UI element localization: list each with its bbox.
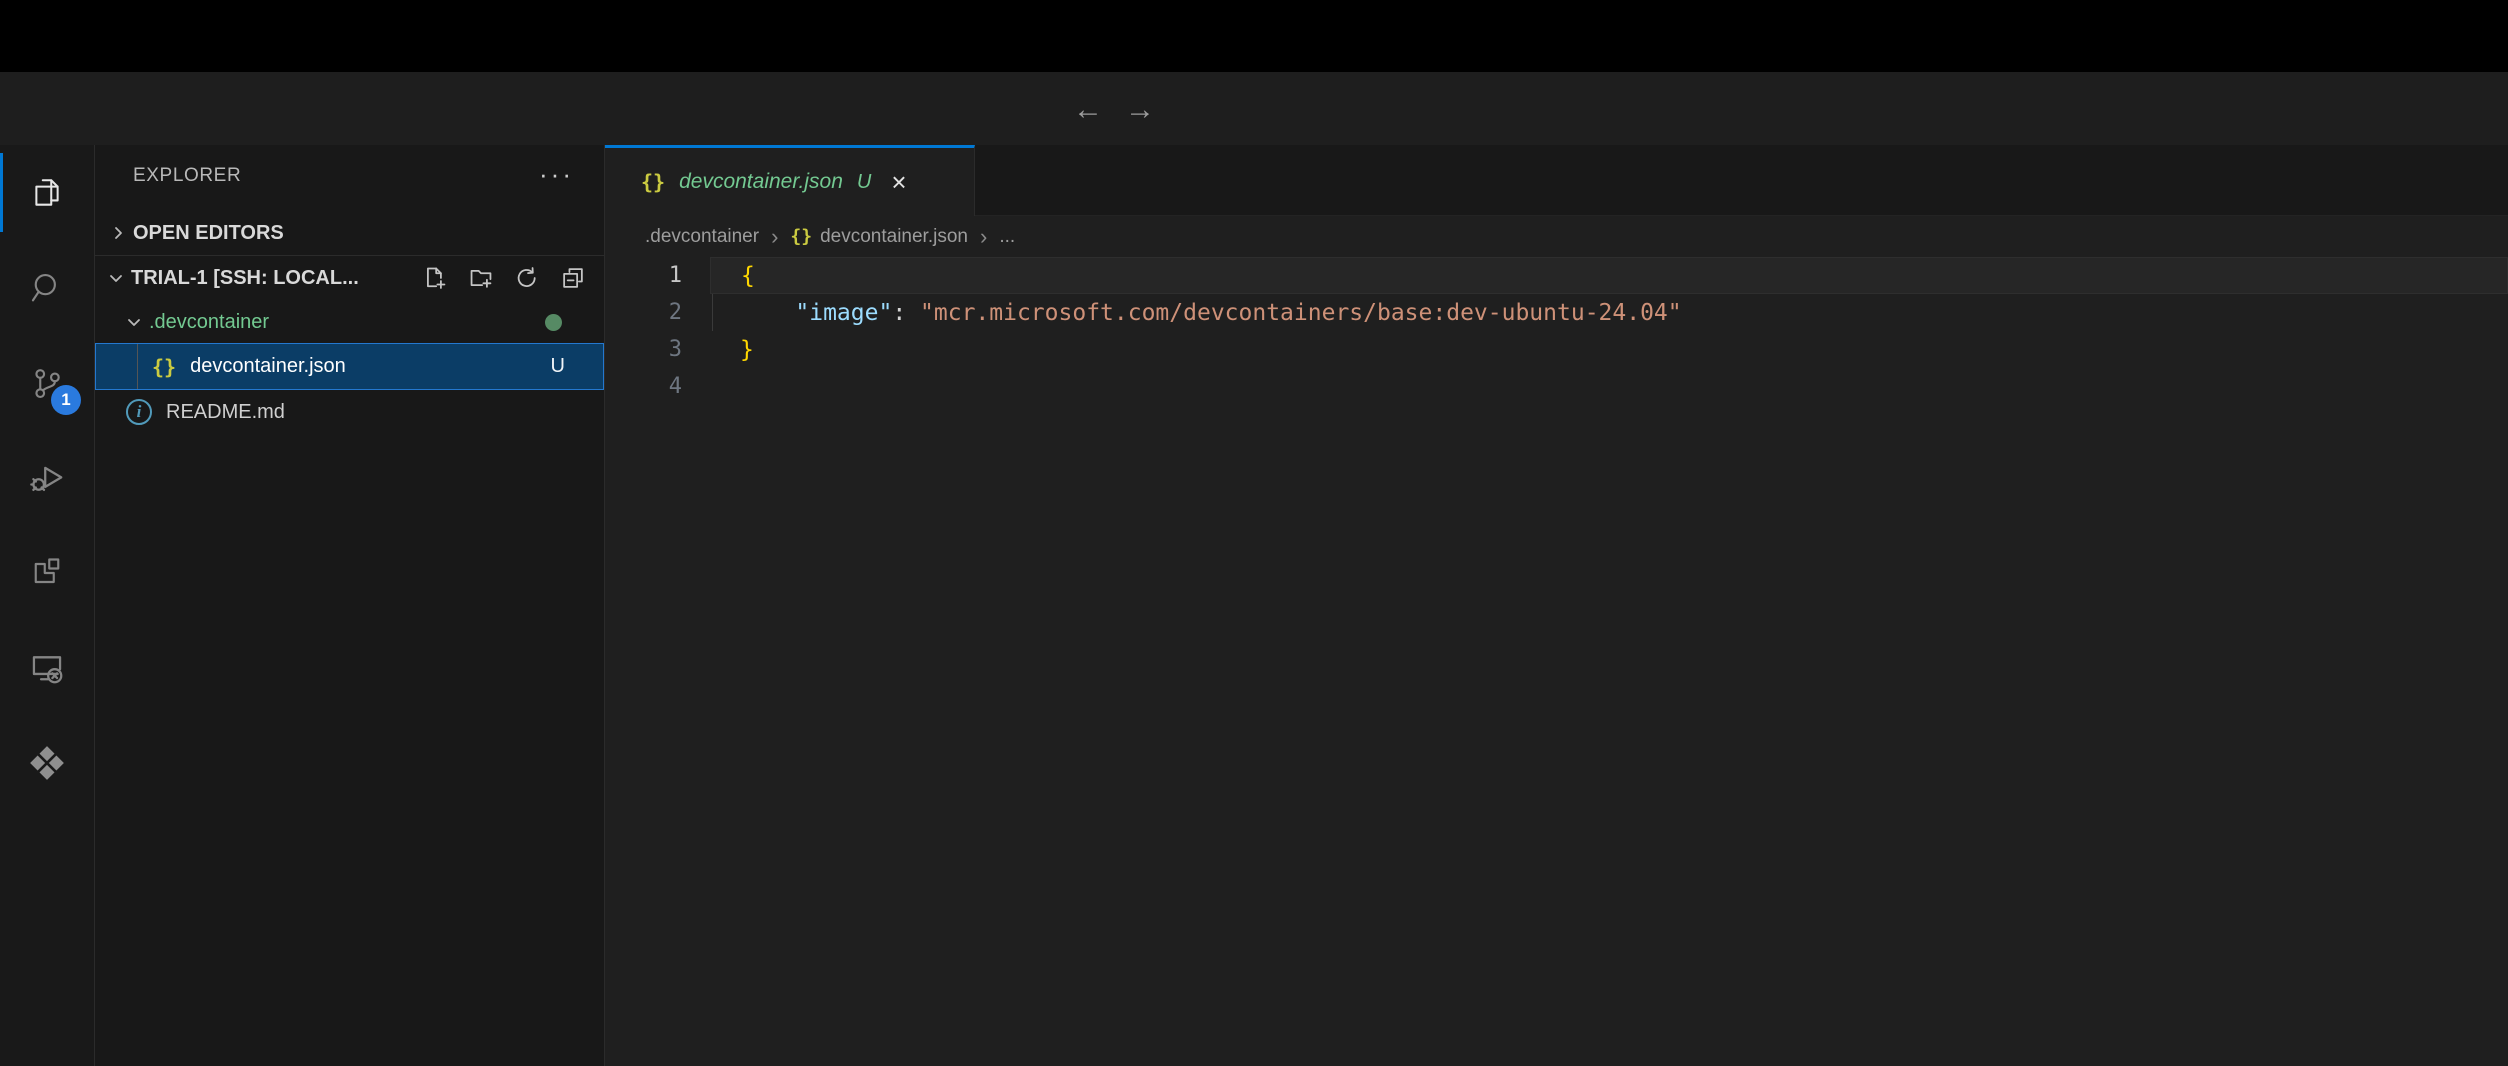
- code-line-3: 3 }: [605, 331, 2508, 368]
- sidebar-title: EXPLORER: [133, 165, 241, 187]
- activity-bar: 1: [0, 145, 95, 1066]
- folder-name: .devcontainer: [149, 311, 269, 334]
- navigate-forward-button[interactable]: →: [1118, 88, 1162, 132]
- chevron-down-icon: [101, 263, 131, 293]
- workspace-actions: [422, 265, 586, 291]
- code-line-content: [710, 368, 2508, 405]
- code-token: :: [892, 300, 920, 326]
- run-debug-icon[interactable]: [0, 430, 94, 525]
- diamond-grid-icon[interactable]: [0, 715, 94, 810]
- code-token: }: [740, 337, 754, 363]
- file-name: devcontainer.json: [190, 355, 346, 378]
- tree-indent-guide: [137, 344, 138, 389]
- breadcrumb-folder[interactable]: .devcontainer: [645, 226, 759, 248]
- tab-git-badge: U: [857, 171, 871, 194]
- code-line-content: {: [710, 257, 2508, 294]
- vscode-window: ← → Trial-1 [SSH: localhost:32772]: [0, 0, 2508, 1066]
- new-folder-icon[interactable]: [468, 265, 494, 291]
- tree-item-readme-md[interactable]: i README.md: [95, 390, 604, 434]
- json-file-icon: {}: [790, 226, 812, 247]
- code-line-1: 1 {: [605, 257, 2508, 294]
- source-control-icon[interactable]: 1: [0, 335, 94, 430]
- code-token: [740, 300, 795, 326]
- explorer-icon[interactable]: [0, 145, 94, 240]
- chevron-right-icon: [103, 218, 133, 248]
- line-number[interactable]: 3: [605, 337, 710, 362]
- open-editors-label: OPEN EDITORS: [133, 222, 284, 245]
- json-file-icon: {}: [641, 170, 665, 194]
- code-token: "mcr.microsoft.com/devcontainers/base:de…: [920, 300, 1682, 326]
- tab-label: devcontainer.json: [679, 170, 843, 194]
- sidebar-header: EXPLORER ···: [95, 145, 604, 207]
- breadcrumb: .devcontainer › {} devcontainer.json › .…: [605, 216, 2508, 257]
- indent-guide: [712, 294, 713, 331]
- code-editor[interactable]: 1 { 2 "image" : "mcr.microsoft.com/devco…: [605, 257, 2508, 405]
- code-line-content: "image" : "mcr.microsoft.com/devcontaine…: [710, 294, 2508, 331]
- breadcrumb-separator: ›: [771, 224, 778, 250]
- line-number[interactable]: 1: [605, 263, 710, 288]
- refresh-icon[interactable]: [514, 265, 540, 291]
- tab-bar: {} devcontainer.json U ×: [605, 145, 2508, 216]
- tab-devcontainer-json[interactable]: {} devcontainer.json U ×: [605, 145, 975, 216]
- breadcrumb-separator: ›: [980, 224, 987, 250]
- title-bar: ← → Trial-1 [SSH: localhost:32772]: [0, 72, 2508, 145]
- chevron-down-icon: [119, 307, 149, 337]
- info-file-icon: i: [126, 399, 152, 425]
- breadcrumb-file[interactable]: devcontainer.json: [820, 226, 968, 248]
- code-line-content: }: [710, 331, 2508, 368]
- navigate-back-button[interactable]: ←: [1066, 88, 1110, 132]
- git-changes-dot: [545, 314, 562, 331]
- code-token: {: [741, 263, 755, 289]
- json-file-icon: {}: [152, 355, 176, 379]
- window-top-strip: [0, 0, 2508, 72]
- remote-explorer-icon[interactable]: [0, 620, 94, 715]
- editor-area: {} devcontainer.json U × .devcontainer ›…: [605, 145, 2508, 1066]
- search-sidebar-icon[interactable]: [0, 240, 94, 335]
- breadcrumb-symbol[interactable]: ...: [999, 226, 1015, 248]
- git-untracked-badge: U: [551, 355, 565, 378]
- explorer-sidebar: EXPLORER ··· OPEN EDITORS TRIAL-1 [SSH: …: [95, 145, 605, 1066]
- workspace-label: TRIAL-1 [SSH: LOCAL...: [131, 267, 359, 290]
- extensions-icon[interactable]: [0, 525, 94, 620]
- workspace-section-header[interactable]: TRIAL-1 [SSH: LOCAL...: [95, 256, 604, 300]
- line-number[interactable]: 2: [605, 300, 710, 325]
- collapse-all-icon[interactable]: [560, 265, 586, 291]
- code-line-2: 2 "image" : "mcr.microsoft.com/devcontai…: [605, 294, 2508, 331]
- close-icon[interactable]: ×: [891, 169, 906, 195]
- line-number[interactable]: 4: [605, 374, 710, 399]
- tree-item-devcontainer-folder[interactable]: .devcontainer: [95, 301, 604, 343]
- code-token: "image": [795, 300, 892, 326]
- more-actions-button[interactable]: ···: [539, 159, 574, 190]
- new-file-icon[interactable]: [422, 265, 448, 291]
- code-line-4: 4: [605, 368, 2508, 405]
- source-control-badge: 1: [51, 385, 81, 415]
- tree-item-devcontainer-json[interactable]: {} devcontainer.json U: [95, 343, 604, 390]
- file-name: README.md: [166, 401, 285, 424]
- open-editors-section[interactable]: OPEN EDITORS: [95, 211, 604, 255]
